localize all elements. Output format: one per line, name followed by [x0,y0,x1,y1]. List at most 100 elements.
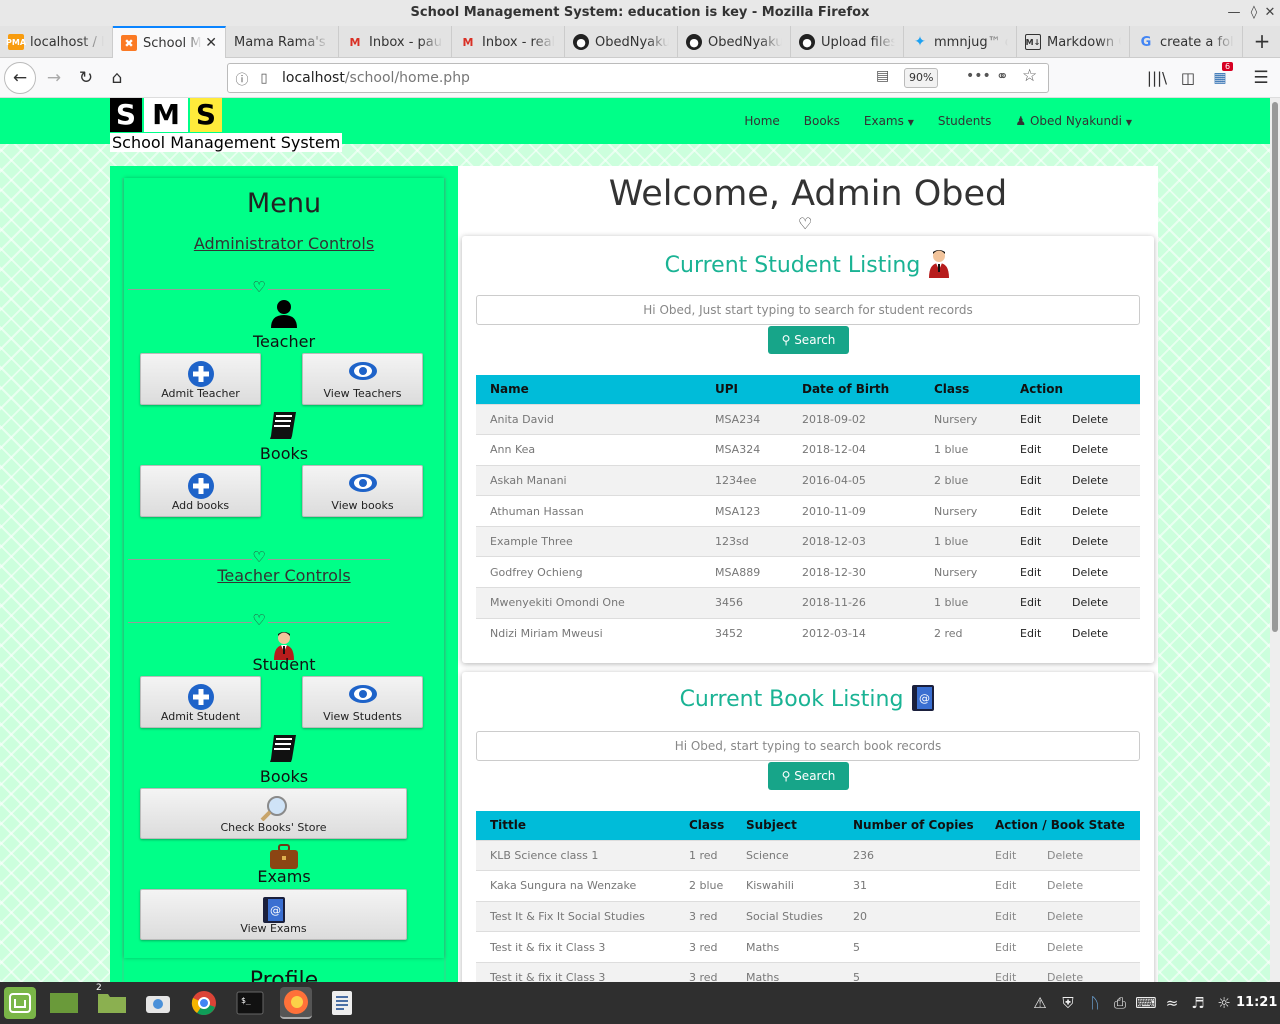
edit-link[interactable]: Edit [1006,434,1058,466]
tab-twitter-mmnjug[interactable]: ✦ mmnjug™ o [904,26,1017,58]
nav-exams-dropdown[interactable]: Exams ▼ [864,114,914,128]
volume-icon[interactable]: ♬ [1186,982,1210,1024]
edit-link[interactable]: Edit [1006,556,1058,588]
clock[interactable]: 11:21 [1236,982,1277,1024]
scrollbar-thumb[interactable] [1272,102,1278,632]
printer-icon[interactable]: ⎙ [1108,982,1132,1024]
screenshot-tool-icon[interactable] [142,987,174,1019]
page-actions-icon[interactable]: ••• [966,68,991,84]
edit-link[interactable]: Edit [1006,464,1058,496]
firefox-taskbar-icon[interactable] [280,987,312,1019]
teacher-controls-link[interactable]: Teacher Controls [124,566,444,585]
tab-upload-files[interactable]: ● Upload files [791,26,904,58]
tab-localhost-phpmyadmin[interactable]: PMA localhost / l [0,26,113,58]
mint-menu-icon[interactable] [4,987,36,1019]
tab-markdown[interactable]: M↓ Markdown C [1017,26,1130,58]
library-icon[interactable]: |||\ [1143,64,1171,92]
zoom-level[interactable]: 90% [904,68,939,88]
url-bar[interactable]: ⓘ ▯ localhost/school/home.php ▤ 90% ••• … [227,63,1049,93]
col-class[interactable]: Class [920,375,1006,404]
terminal-icon[interactable]: $_ [234,987,266,1019]
hamburger-menu-icon[interactable]: ☰ [1247,64,1275,92]
nav-user-dropdown[interactable]: ♟ Obed Nyakundi ▼ [1015,114,1132,128]
bluetooth-icon[interactable]: ᚢ [1083,982,1107,1024]
edit-link[interactable]: Edit [981,931,1033,963]
reload-button[interactable]: ↻ [72,64,100,92]
tab-inbox-real[interactable]: M Inbox - real [452,26,565,58]
home-button[interactable]: ⌂ [103,64,131,92]
brightness-icon[interactable]: ☼ [1212,982,1236,1024]
delete-link[interactable]: Delete [1058,556,1140,588]
book-search-input[interactable]: Hi Obed, start typing to search book rec… [476,731,1140,761]
view-books-button[interactable]: View books [302,465,423,517]
nav-home[interactable]: Home [744,114,779,128]
delete-link[interactable]: Delete [1058,434,1140,466]
edit-link[interactable]: Edit [1006,403,1058,435]
edit-link[interactable]: Edit [1006,587,1058,619]
delete-link[interactable]: Delete [1058,495,1140,527]
warning-icon[interactable]: ⚠ [1028,982,1052,1024]
shield-icon[interactable]: ⛨ [1056,982,1080,1024]
col-dob[interactable]: Date of Birth [788,375,920,404]
tab-inbox-paul[interactable]: M Inbox - paul [339,26,452,58]
delete-link[interactable]: Delete [1058,587,1140,619]
delete-link[interactable]: Delete [1033,900,1140,932]
tab-github-obednyaku-2[interactable]: ● ObedNyaku [678,26,791,58]
text-editor-icon[interactable] [326,987,358,1019]
minimize-button[interactable]: — [1224,0,1244,26]
view-exams-button[interactable]: @ View Exams [140,889,407,940]
tab-github-obednyaku-1[interactable]: ● ObedNyaku [565,26,678,58]
edit-link[interactable]: Edit [981,839,1033,871]
sms-logo[interactable]: S M S School Management System [110,98,343,152]
edit-link[interactable]: Edit [981,961,1033,982]
back-button[interactable]: ← [4,62,36,94]
tab-school-management[interactable]: ✖ School M ✕ [113,26,226,58]
student-search-button[interactable]: ⚲ Search [768,326,849,354]
show-desktop-icon[interactable] [48,987,80,1019]
col-name[interactable]: Name [476,375,701,404]
admit-teacher-button[interactable]: Admit Teacher [140,353,261,405]
admit-student-button[interactable]: Admit Student [140,676,261,728]
bookmark-star-icon[interactable]: ☆ [1022,66,1037,86]
add-books-button[interactable]: Add books [140,465,261,517]
new-tab-button[interactable]: + [1250,26,1274,58]
tab-mama-rama[interactable]: Mama Rama's re [226,26,339,58]
page-scrollbar[interactable] [1270,98,1280,982]
delete-link[interactable]: Delete [1058,403,1140,435]
col-title[interactable]: Tittle [476,811,675,840]
sidebar-toggle-icon[interactable]: ◫ [1174,64,1202,92]
close-window-button[interactable]: ✕ [1260,0,1280,26]
view-teachers-button[interactable]: View Teachers [302,353,423,405]
keyboard-layout-icon[interactable]: ⌨ [1134,982,1158,1024]
forward-button[interactable]: → [40,64,68,92]
book-search-button[interactable]: ⚲ Search [768,762,849,790]
delete-link[interactable]: Delete [1058,525,1140,557]
col-copies[interactable]: Number of Copies [839,811,981,840]
tab-google-create-folder[interactable]: G create a fol [1130,26,1243,58]
col-subject[interactable]: Subject [732,811,839,840]
edit-link[interactable]: Edit [1006,495,1058,527]
delete-link[interactable]: Delete [1058,617,1140,649]
administrator-controls-link[interactable]: Administrator Controls [124,234,444,253]
delete-link[interactable]: Delete [1033,870,1140,902]
delete-link[interactable]: Delete [1058,464,1140,496]
delete-link[interactable]: Delete [1033,961,1140,982]
close-tab-icon[interactable]: ✕ [205,35,217,51]
nav-books[interactable]: Books [804,114,840,128]
edit-link[interactable]: Edit [1006,525,1058,557]
pocket-icon[interactable]: ⚭ [996,67,1009,85]
col-class[interactable]: Class [675,811,732,840]
edit-link[interactable]: Edit [1006,617,1058,649]
nav-students[interactable]: Students [938,114,992,128]
check-books-store-button[interactable]: Check Books' Store [140,788,407,839]
wifi-icon[interactable]: ≈ [1160,982,1184,1024]
reader-view-icon[interactable]: ▤ [876,68,889,84]
delete-link[interactable]: Delete [1033,839,1140,871]
student-search-input[interactable]: Hi Obed, Just start typing to search for… [476,295,1140,325]
col-upi[interactable]: UPI [701,375,788,404]
view-students-button[interactable]: View Students [302,676,423,728]
site-info-icon[interactable]: ⓘ [234,69,250,88]
edit-link[interactable]: Edit [981,900,1033,932]
file-manager-icon[interactable]: 2 [96,983,128,1019]
edit-link[interactable]: Edit [981,870,1033,902]
